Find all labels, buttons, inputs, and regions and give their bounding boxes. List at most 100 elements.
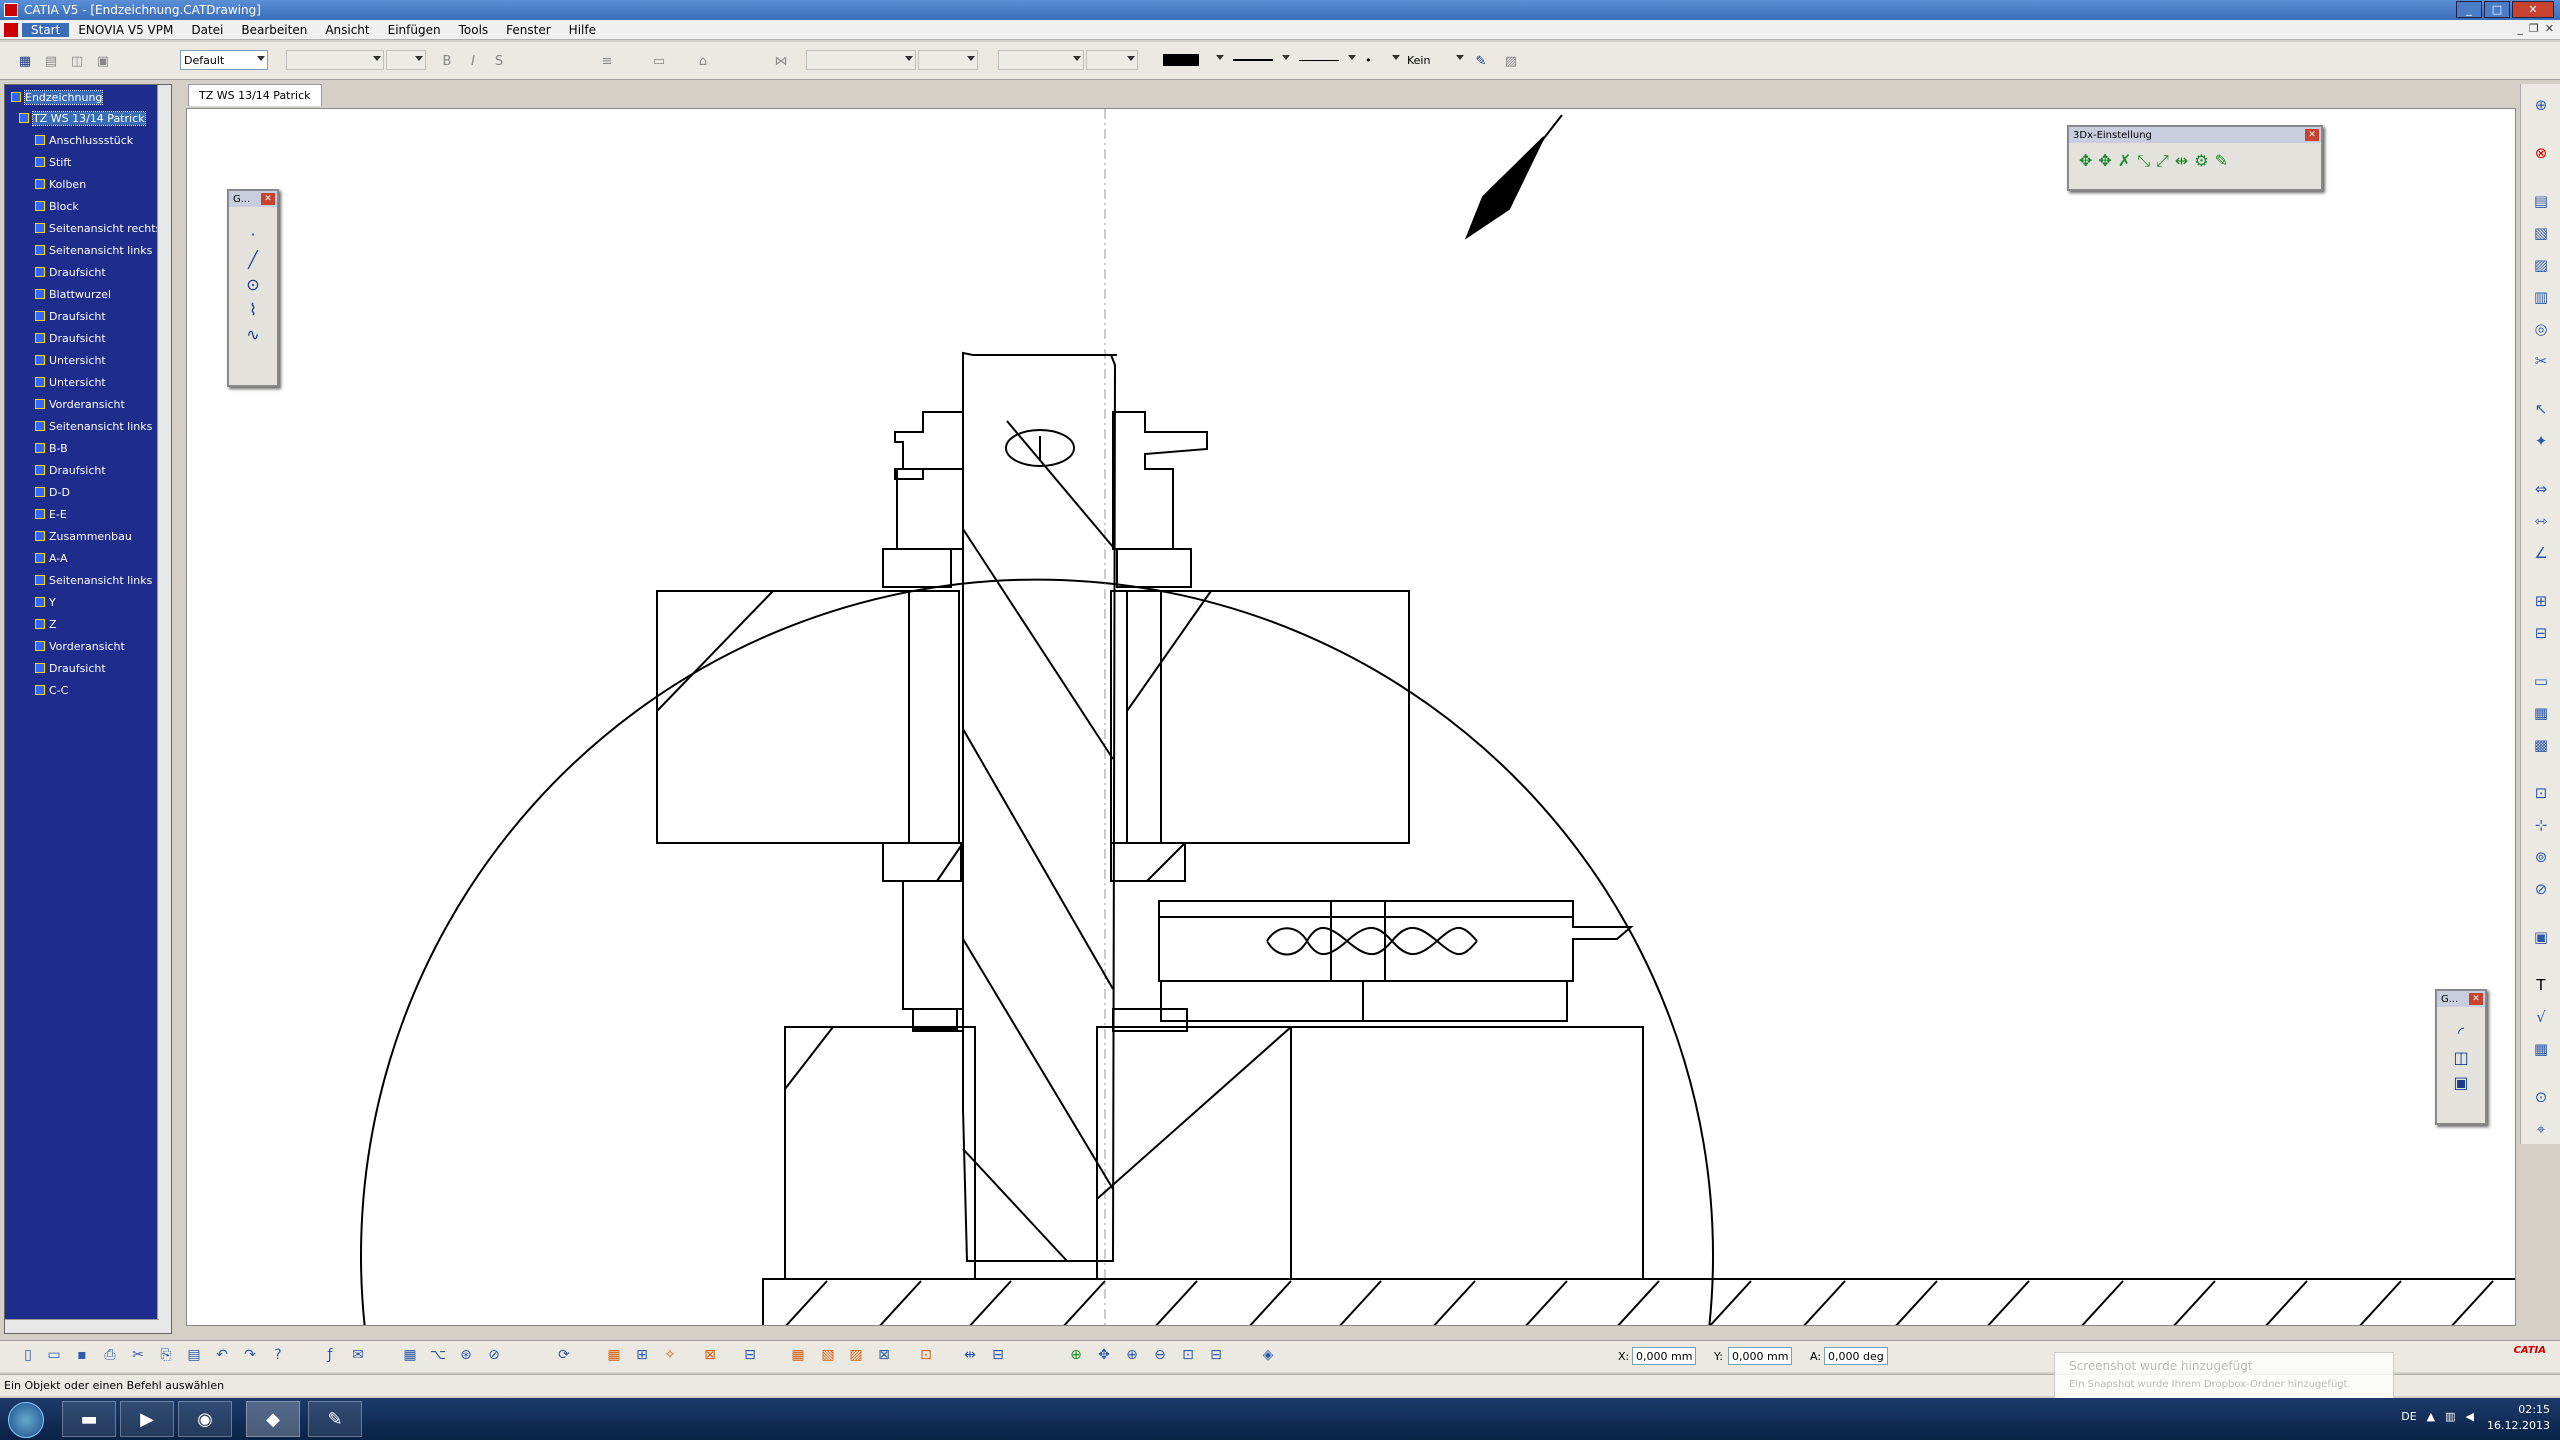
tab-sheet[interactable]: TZ WS 13/14 Patrick [188, 84, 322, 106]
symbol-icon[interactable]: ⋈ [770, 50, 792, 72]
fit-icon[interactable]: ⇹ [2175, 151, 2188, 171]
linewidth-select[interactable] [1296, 50, 1358, 70]
format2-select[interactable] [1086, 50, 1138, 70]
pan-view-icon[interactable]: ✥ [1094, 1347, 1114, 1367]
strike-button[interactable]: S [488, 50, 510, 72]
menu-ansicht[interactable]: Ansicht [316, 23, 378, 37]
view-icon[interactable]: ▤ [40, 50, 62, 72]
mirror-icon[interactable]: ◫ [2437, 1048, 2485, 1067]
paste-icon[interactable]: ▤ [184, 1347, 204, 1367]
tree-horizontal-scrollbar[interactable] [5, 1319, 159, 1333]
tree-icon[interactable]: ⌥ [428, 1347, 448, 1367]
tree-item[interactable]: Draufsicht [35, 330, 106, 346]
comment-icon[interactable]: ✉ [348, 1347, 368, 1367]
tree-item[interactable]: E-E [35, 506, 67, 522]
font-select[interactable] [286, 50, 384, 70]
text-icon[interactable]: T [2531, 976, 2551, 996]
language-indicator[interactable]: DE [2401, 1410, 2416, 1423]
ruler-icon[interactable]: ⇹ [960, 1347, 980, 1367]
show-constraints-icon[interactable]: ▧ [818, 1347, 838, 1367]
grid2-icon[interactable]: ▦ [788, 1347, 808, 1367]
save-icon[interactable]: ▪ [72, 1347, 92, 1367]
clip-icon[interactable]: ✂ [2531, 352, 2551, 372]
roughness-icon[interactable]: √ [2531, 1008, 2551, 1028]
annotation-icon[interactable]: ⊟ [740, 1347, 760, 1367]
close-icon[interactable]: ✕ [261, 193, 275, 205]
tree-item[interactable]: Untersicht [35, 374, 106, 390]
weld-icon[interactable]: ⌖ [2531, 1120, 2551, 1140]
anchor-icon[interactable]: ⌂ [692, 50, 714, 72]
print-icon[interactable]: ⎙ [100, 1347, 120, 1367]
bold-button[interactable]: B [436, 50, 458, 72]
thread-icon[interactable]: ⊚ [2531, 848, 2551, 868]
hatch-area-icon[interactable]: ▩ [2531, 736, 2551, 756]
start-orb-icon[interactable] [8, 1402, 44, 1438]
normal-view-icon[interactable]: ⊟ [1206, 1347, 1226, 1367]
profile-icon[interactable]: ⌇ [229, 300, 277, 319]
image-icon[interactable]: ▣ [2531, 928, 2551, 948]
tree-item[interactable]: Stift [35, 154, 71, 170]
tree-item[interactable]: Seitenansicht links [35, 572, 152, 588]
font-size-select[interactable] [386, 50, 426, 70]
document-icon[interactable] [4, 22, 18, 37]
undo-icon[interactable]: ↶ [212, 1347, 232, 1367]
angle-dim-icon[interactable]: ∠ [2531, 544, 2551, 564]
hide-show-icon[interactable]: ◈ [1258, 1347, 1278, 1367]
table-icon[interactable]: ▦ [2531, 704, 2551, 724]
section-icon[interactable]: ▥ [2531, 288, 2551, 308]
new-icon[interactable]: ▯ [18, 1347, 38, 1367]
axis-line-icon[interactable]: ⊘ [2531, 880, 2551, 900]
tolerance-icon[interactable]: ⊞ [2531, 592, 2551, 612]
rotate-icon[interactable]: ✥ [2098, 151, 2111, 171]
drawing-canvas[interactable]: G... ✕ · ╱ ⊙ ⌇ ∿ 3Dx-Einstellung ✕ ✥ ✥ ✗ ⤡… [186, 108, 2516, 1326]
y-coordinate-input[interactable]: 0,000 mm [1728, 1347, 1792, 1365]
stop-icon[interactable]: ⊗ [2531, 144, 2551, 164]
projection-icon[interactable]: ▧ [2531, 224, 2551, 244]
clock[interactable]: 02:15 16.12.2013 [2487, 1402, 2550, 1434]
datum-icon[interactable]: ⊟ [2531, 624, 2551, 644]
dropbox-notification[interactable]: Screenshot wurde hinzugefügt Ein Snapsho… [2054, 1352, 2394, 1400]
align-icon[interactable]: ≡ [596, 50, 618, 72]
tree-item[interactable]: Z [35, 616, 57, 632]
wizard-icon[interactable]: ✦ [2531, 432, 2551, 452]
snap-icon[interactable]: ⊞ [632, 1347, 652, 1367]
dim-analysis-icon[interactable]: ⊠ [700, 1347, 720, 1367]
volume-icon[interactable]: ◀ [2466, 1410, 2474, 1423]
folder-icon[interactable]: ▬ [62, 1401, 116, 1437]
compass-icon[interactable]: ⊕ [2531, 96, 2551, 116]
tree-item[interactable]: Zusammenbau [35, 528, 132, 544]
tree-item[interactable]: A-A [35, 550, 68, 566]
minimize-button[interactable]: _ [2456, 1, 2482, 18]
tree-item[interactable]: C-C [35, 682, 68, 698]
frame-icon[interactable]: ▭ [648, 50, 670, 72]
pan-icon[interactable]: ✥ [2079, 151, 2092, 171]
constraint-icon[interactable]: ▣ [2437, 1073, 2485, 1092]
precision-select[interactable] [918, 50, 978, 70]
menu-hilfe[interactable]: Hilfe [560, 23, 605, 37]
mdi-minimize-button[interactable]: _ [2517, 22, 2523, 35]
filter-geo-icon[interactable]: ⊠ [874, 1347, 894, 1367]
dimension-system-icon[interactable]: ⊡ [916, 1347, 936, 1367]
tree-sheet[interactable]: TZ WS 13/14 Patrick [19, 110, 146, 126]
whats-this-icon[interactable]: ? [268, 1347, 288, 1367]
mdi-close-button[interactable]: ✕ [2545, 22, 2554, 35]
tree-vertical-scrollbar[interactable] [157, 85, 171, 1333]
tree-item[interactable]: Blattwurzel [35, 286, 111, 302]
menu-einfuegen[interactable]: Einfügen [379, 23, 450, 37]
menu-fenster[interactable]: Fenster [497, 23, 560, 37]
settings-icon[interactable]: ⚙ [2194, 151, 2208, 171]
angle-input[interactable]: 0,000 deg [1824, 1347, 1888, 1365]
aux-view-icon[interactable]: ▨ [2531, 256, 2551, 276]
create-constraints-icon[interactable]: ▨ [846, 1347, 866, 1367]
tree-item[interactable]: Anschlussstück [35, 132, 133, 148]
help-icon[interactable]: ✎ [2215, 151, 2228, 171]
frame-icon[interactable]: ⊡ [2531, 784, 2551, 804]
linetype-select[interactable] [1230, 50, 1292, 70]
zoom-axis-icon[interactable]: ⤡ [2137, 151, 2150, 171]
tree-item[interactable]: D-D [35, 484, 70, 500]
point-icon[interactable]: · [229, 225, 277, 244]
detail-view-icon[interactable]: ◎ [2531, 320, 2551, 340]
close-button[interactable]: ✕ [2512, 1, 2554, 18]
tree-item[interactable]: Seitenansicht links [35, 418, 152, 434]
tray-arrow-icon[interactable]: ▲ [2427, 1410, 2435, 1423]
